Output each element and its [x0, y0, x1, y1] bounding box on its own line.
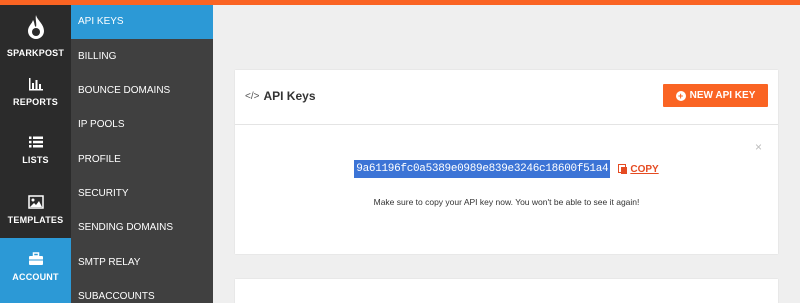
copy-icon [618, 164, 628, 174]
new-api-key-button[interactable]: + NEW API KEY [663, 84, 768, 107]
logo-label: SPARKPOST [6, 48, 65, 58]
plus-circle-icon: + [675, 90, 686, 101]
secondary-panel [235, 279, 778, 303]
nav-reports-label: REPORTS [13, 97, 58, 107]
list-icon [28, 135, 44, 151]
sidebar-item-subaccounts[interactable]: SUBACCOUNTS [71, 280, 213, 303]
code-icon: </> [245, 90, 260, 102]
sidebar-item-sending-domains[interactable]: SENDING DOMAINS [71, 211, 213, 245]
briefcase-icon [28, 252, 44, 268]
nav-account[interactable]: ACCOUNT [0, 238, 71, 303]
api-keys-panel: </> API Keys + NEW API KEY × 9a61196fc0a… [235, 70, 778, 254]
nav-lists[interactable]: LISTS [0, 135, 71, 175]
sidebar-item-profile[interactable]: PROFILE [71, 143, 213, 177]
sparkpost-logo[interactable]: SPARKPOST [0, 10, 71, 70]
new-api-key-label: NEW API KEY [689, 90, 756, 101]
sidebar-item-api-keys[interactable]: API KEYS [71, 5, 213, 39]
sidebar-item-bounce-domains[interactable]: BOUNCE DOMAINS [71, 74, 213, 108]
copy-warning-text: Make sure to copy your API key now. You … [373, 197, 640, 207]
bar-chart-icon [28, 77, 44, 93]
flame-logo-icon [25, 14, 47, 44]
nav-templates[interactable]: TEMPLATES [0, 195, 71, 235]
primary-nav: SPARKPOST REPORTS LISTS TEMPLATES ACCOUN… [0, 5, 71, 303]
secondary-nav: API KEYS BILLING BOUNCE DOMAINS IP POOLS… [71, 5, 213, 303]
panel-header: </> API Keys + NEW API KEY [235, 70, 778, 125]
sidebar-item-security[interactable]: SECURITY [71, 177, 213, 211]
nav-lists-label: LISTS [22, 155, 49, 165]
nav-reports[interactable]: REPORTS [0, 77, 71, 117]
image-icon [27, 195, 44, 211]
nav-account-label: ACCOUNT [12, 272, 59, 282]
copy-button[interactable]: COPY [618, 163, 659, 175]
api-key-row: 9a61196fc0a5389e0989e839e3246c18600f51a4… [235, 160, 778, 178]
sidebar-item-billing[interactable]: BILLING [71, 40, 213, 74]
api-key-value[interactable]: 9a61196fc0a5389e0989e839e3246c18600f51a4 [354, 160, 611, 178]
sidebar-item-ip-pools[interactable]: IP POOLS [71, 108, 213, 142]
close-icon[interactable]: × [755, 140, 762, 154]
nav-templates-label: TEMPLATES [7, 215, 64, 225]
page-title-text: API Keys [263, 89, 316, 103]
copy-label: COPY [630, 163, 659, 175]
page-title: </> API Keys [245, 89, 316, 103]
sidebar-item-smtp-relay[interactable]: SMTP RELAY [71, 246, 213, 280]
